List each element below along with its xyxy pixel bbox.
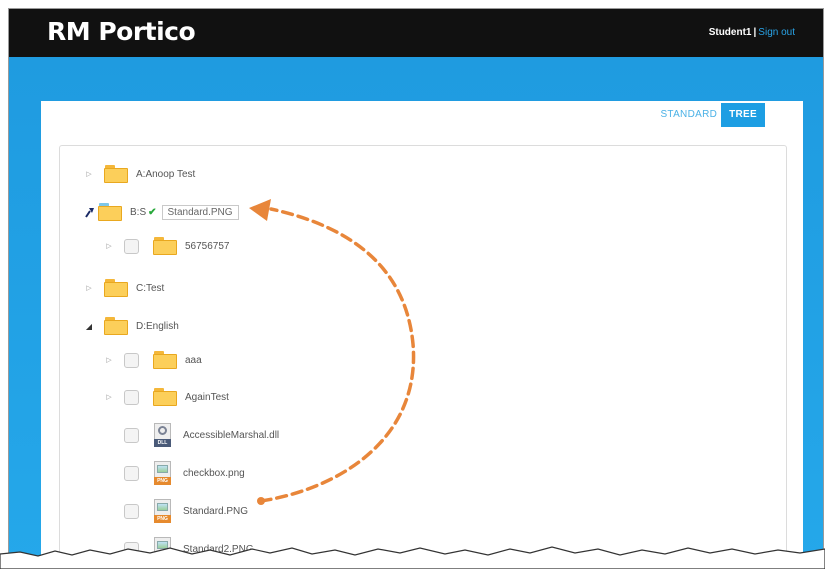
arrowhead-icon xyxy=(249,199,271,221)
drag-path-arrow xyxy=(249,199,416,505)
torn-edge xyxy=(0,546,825,569)
app-window: RM Portico Student1 | Sign out STANDARD TR… xyxy=(8,8,824,569)
drag-origin-dot xyxy=(257,497,265,505)
